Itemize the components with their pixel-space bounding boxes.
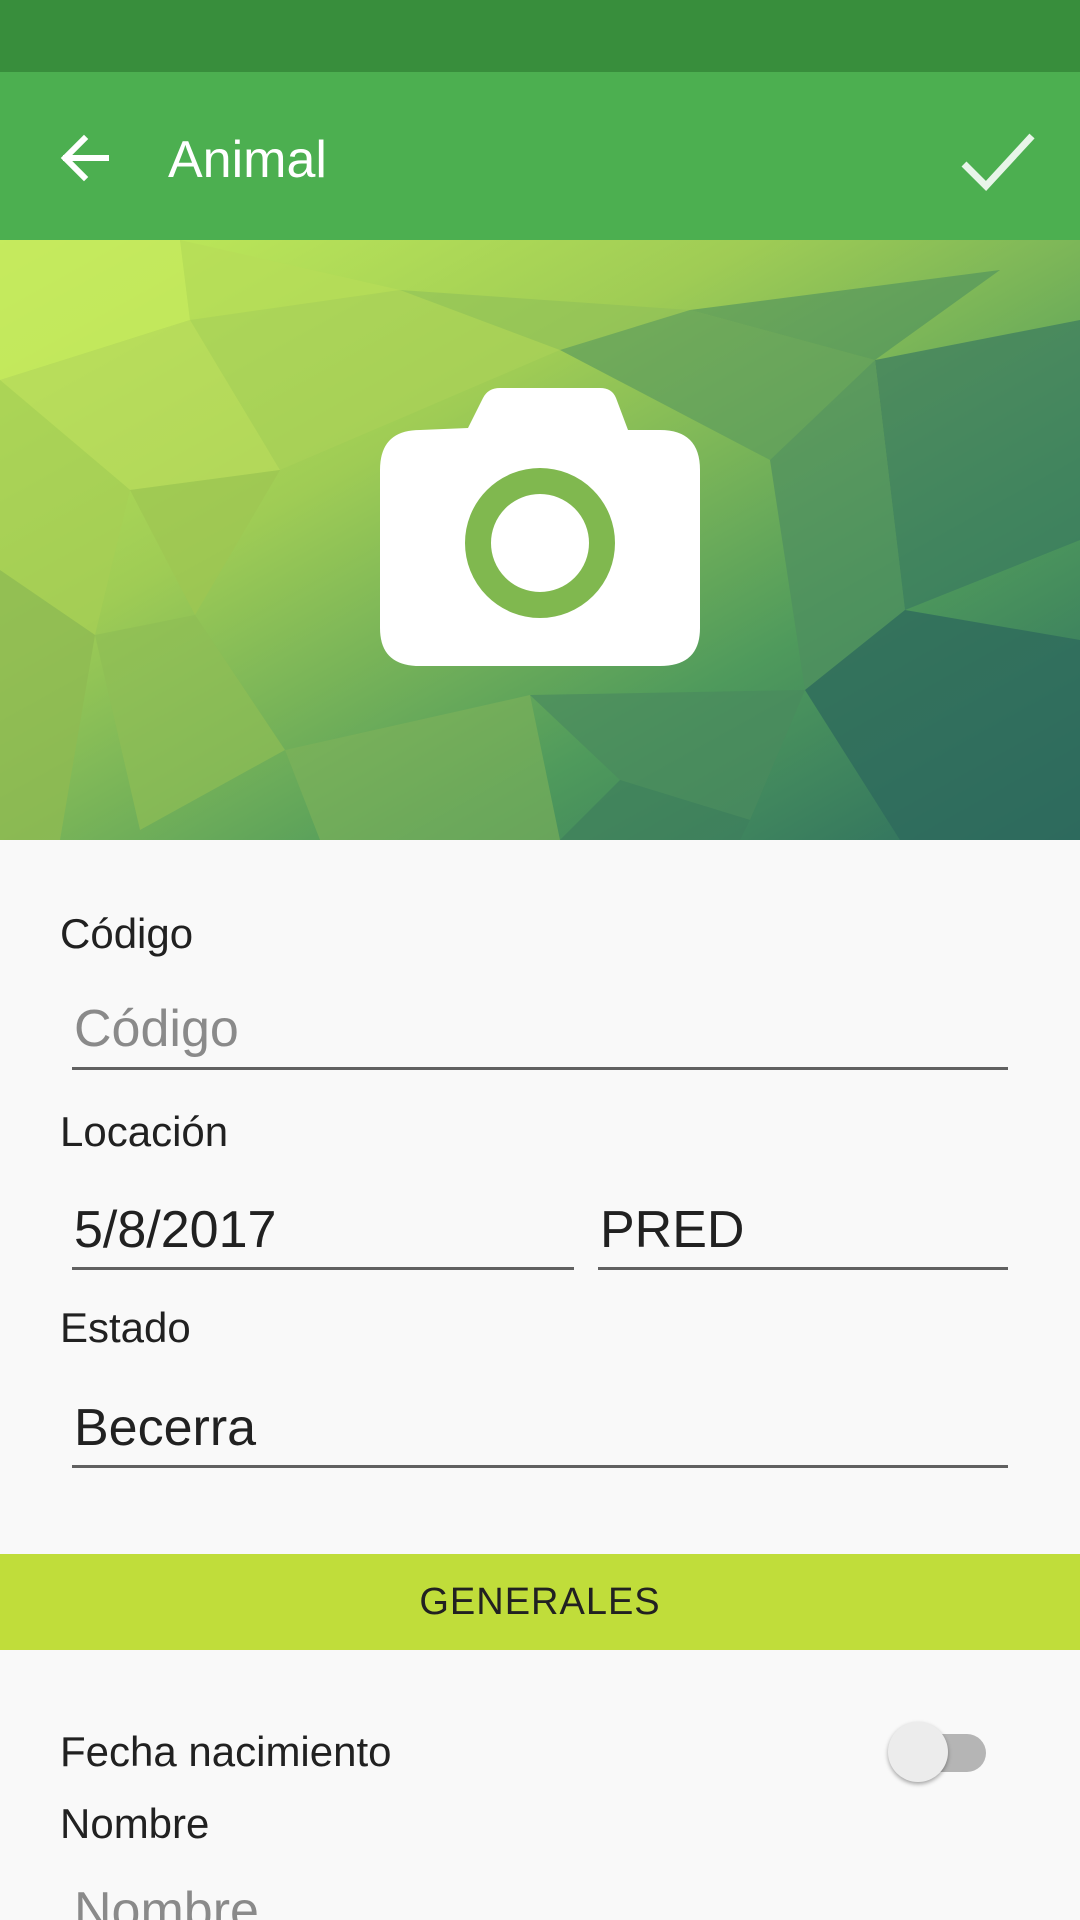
status-bar xyxy=(0,0,1080,72)
nombre-label: Nombre xyxy=(60,1800,210,1847)
save-button[interactable] xyxy=(950,116,1046,212)
fecha-nacimiento-toggle[interactable] xyxy=(888,1722,992,1782)
codigo-input[interactable] xyxy=(72,990,1008,1070)
check-icon xyxy=(958,122,1038,207)
camera-icon[interactable] xyxy=(378,388,702,678)
section-generales-label: GENERALES xyxy=(419,1580,661,1623)
location-field[interactable]: PRED xyxy=(598,1190,1008,1270)
header-image[interactable] xyxy=(0,240,1080,840)
toggle-thumb xyxy=(888,1722,948,1782)
back-button[interactable] xyxy=(42,118,126,202)
fecha-nacimiento-label: Fecha nacimiento xyxy=(60,1728,392,1775)
app-title: Animal xyxy=(168,131,327,189)
section-generales[interactable]: GENERALES xyxy=(0,1554,1080,1650)
locacion-label: Locación xyxy=(60,1108,229,1155)
nombre-input[interactable] xyxy=(72,1872,1008,1920)
estado-field[interactable]: Becerra xyxy=(72,1388,1008,1468)
date-field[interactable]: 5/8/2017 xyxy=(72,1190,574,1270)
arrow-back-icon xyxy=(56,130,112,191)
codigo-label: Código xyxy=(60,910,194,957)
estado-label: Estado xyxy=(60,1304,191,1351)
app-bar: Animal xyxy=(0,72,1080,240)
